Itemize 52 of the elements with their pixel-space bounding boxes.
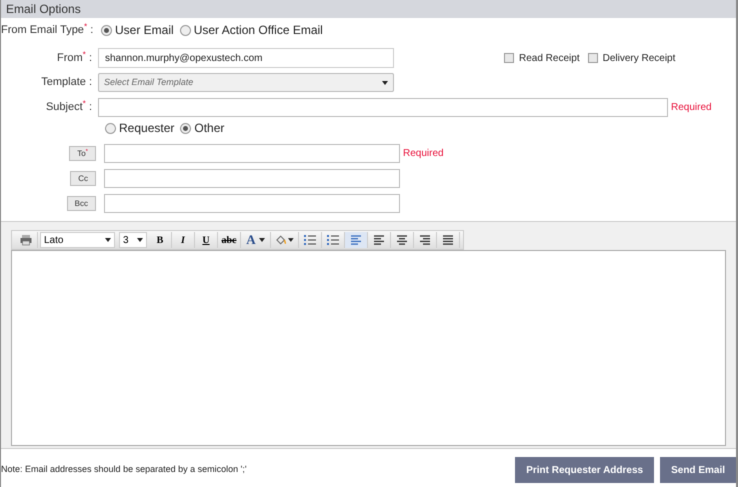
from-field[interactable]: shannon.murphy@opexustech.com xyxy=(98,48,394,68)
bold-button[interactable]: B xyxy=(149,232,172,248)
align-justify-icon xyxy=(442,234,454,246)
caret-icon xyxy=(105,238,111,242)
checkbox[interactable] xyxy=(588,53,598,63)
receipt-checkbox[interactable]: Read Receipt xyxy=(504,50,580,66)
text-color-button[interactable]: A xyxy=(241,232,271,248)
receipt-checkbox[interactable]: Delivery Receipt xyxy=(588,50,676,66)
subject-field[interactable] xyxy=(98,98,668,117)
radio-option[interactable]: User Action Office Email xyxy=(180,21,323,39)
field-label: From$^{*}$ : xyxy=(56,50,93,66)
align-left-icon xyxy=(373,234,385,246)
recipient-button[interactable]: Cc xyxy=(70,171,96,186)
field-label: From Email Type$^{*}$ : xyxy=(1,22,94,38)
radio-button[interactable] xyxy=(180,24,191,36)
radio-option[interactable]: Requester xyxy=(105,119,174,137)
font-select[interactable]: Lato xyxy=(40,232,115,248)
field-label: Subject$^{*}$ : xyxy=(44,99,93,116)
size-select[interactable]: 3 xyxy=(119,232,147,248)
required-hint: Required xyxy=(671,101,712,115)
numbered-list-icon xyxy=(327,234,339,246)
checkbox[interactable] xyxy=(504,53,514,63)
caret-icon xyxy=(137,238,143,242)
radio-option[interactable]: Other xyxy=(180,119,224,137)
recipient-field[interactable] xyxy=(104,169,400,188)
note-text: Note: Email addresses should be separated by a semicolon ';' xyxy=(1,463,247,476)
align-center-icon xyxy=(396,234,408,246)
radio-button[interactable] xyxy=(180,122,192,134)
radio-button[interactable] xyxy=(105,122,116,134)
radio-option[interactable]: User Email xyxy=(101,21,174,39)
caret-icon xyxy=(288,238,294,242)
recipient-button[interactable]: Bcc xyxy=(66,196,96,211)
paint-bucket-icon xyxy=(275,234,286,246)
template-dropdown[interactable]: Select Email Template xyxy=(98,73,394,92)
bulleted-list-icon xyxy=(304,234,316,246)
send-email-button[interactable]: Send Email xyxy=(660,457,736,483)
print-address-button[interactable]: Print Requester Address xyxy=(515,457,654,483)
align-left-icon xyxy=(350,234,362,246)
strike-button[interactable]: abc xyxy=(218,232,241,248)
align-right-icon xyxy=(419,234,431,246)
printer-icon xyxy=(20,234,32,246)
recipient-field[interactable] xyxy=(104,194,400,213)
required-hint: Required xyxy=(403,147,444,161)
recipient-field[interactable] xyxy=(104,144,400,163)
section-header: Email Options xyxy=(1,0,736,18)
recipient-button[interactable]: To$^{*}$ xyxy=(69,146,96,161)
radio-button[interactable] xyxy=(101,24,112,36)
field-label: Template : xyxy=(40,75,93,90)
italic-button[interactable]: I xyxy=(172,232,195,248)
caret-icon xyxy=(382,80,388,84)
caret-icon xyxy=(258,238,265,242)
underline-button[interactable]: U xyxy=(195,232,218,248)
